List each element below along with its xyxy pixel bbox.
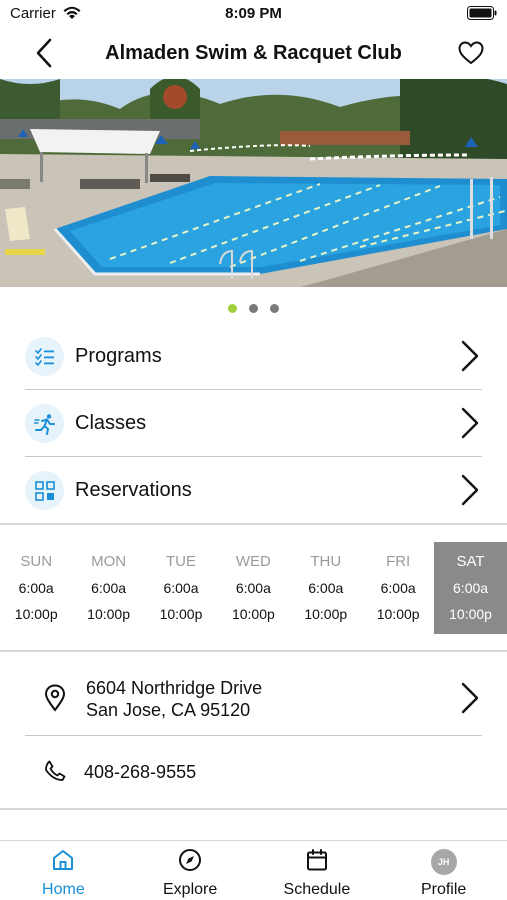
navigation-header: Almaden Swim & Racquet Club	[0, 28, 507, 78]
open-time: 6:00a	[453, 580, 489, 596]
heart-icon[interactable]	[457, 39, 485, 67]
day-name: SUN	[20, 553, 53, 570]
calendar-icon	[306, 849, 327, 871]
page-title: Almaden Swim & Racquet Club	[105, 42, 402, 64]
open-time: 6:00a	[235, 580, 271, 596]
checklist-icon	[25, 337, 64, 376]
day-name: THU	[310, 553, 342, 570]
club-photo[interactable]	[0, 79, 507, 287]
phone-row[interactable]: 408-268-9555	[0, 736, 507, 808]
tab-home[interactable]: Home	[0, 841, 127, 900]
menu-item-label: Programs	[75, 345, 162, 367]
tab-label: Explore	[163, 881, 218, 898]
address-line-2: San Jose, CA 95120	[86, 700, 251, 720]
day-name: TUE	[165, 553, 196, 570]
tab-explore[interactable]: Explore	[127, 841, 254, 900]
phone-icon	[45, 760, 66, 781]
battery-icon	[467, 6, 497, 20]
hours-of-operation: SUN 6:00a 10:00p MON 6:00a 10:00p TUE 6:…	[0, 542, 507, 634]
close-time: 10:00p	[159, 606, 203, 622]
open-time: 6:00a	[18, 580, 54, 596]
chevron-right-icon	[461, 407, 479, 439]
menu-item-classes[interactable]: Classes	[0, 390, 507, 457]
section-divider	[0, 808, 507, 810]
tab-label: Schedule	[283, 881, 351, 898]
open-time: 6:00a	[380, 580, 416, 596]
back-button[interactable]	[30, 36, 58, 70]
chevron-right-icon	[461, 682, 479, 714]
chevron-right-icon	[461, 474, 479, 506]
running-figure-icon	[25, 404, 64, 443]
open-time: 6:00a	[91, 580, 127, 596]
close-time: 10:00p	[14, 606, 58, 622]
tab-bar: Home Explore Schedule JH Profile	[0, 840, 507, 900]
pool-image	[0, 79, 507, 287]
section-divider	[0, 523, 507, 525]
day-name: MON	[91, 553, 127, 570]
tab-schedule[interactable]: Schedule	[254, 841, 381, 900]
hours-day-sun: SUN 6:00a 10:00p	[0, 542, 72, 634]
location-pin-icon	[44, 684, 66, 712]
tab-label: Profile	[420, 881, 467, 898]
status-bar: Carrier 8:09 PM	[0, 0, 507, 28]
hours-day-mon: MON 6:00a 10:00p	[72, 542, 144, 634]
status-time: 8:09 PM	[225, 5, 282, 22]
chevron-right-icon	[461, 340, 479, 372]
open-time: 6:00a	[163, 580, 199, 596]
day-name: FRI	[386, 553, 411, 570]
address-row[interactable]: 6604 Northridge Drive San Jose, CA 95120	[0, 660, 507, 735]
tab-profile[interactable]: JH Profile	[380, 841, 507, 900]
carousel-page-indicator[interactable]	[0, 304, 507, 313]
day-name: WED	[235, 553, 271, 570]
carousel-dot-1[interactable]	[228, 304, 237, 313]
hours-day-thu: THU 6:00a 10:00p	[290, 542, 362, 634]
phone-number: 408-268-9555	[84, 762, 197, 782]
section-divider	[0, 650, 507, 652]
avatar: JH	[430, 849, 457, 875]
menu-item-programs[interactable]: Programs	[0, 323, 507, 390]
close-time: 10:00p	[231, 606, 275, 622]
close-time: 10:00p	[87, 606, 130, 622]
hours-day-sat: SAT 6:00a 10:00p	[434, 542, 507, 634]
compass-icon	[179, 849, 202, 871]
grid-icon	[25, 471, 64, 510]
day-name: SAT	[456, 553, 485, 570]
hours-day-wed: WED 6:00a 10:00p	[217, 542, 289, 634]
home-icon	[53, 850, 74, 870]
carousel-dot-3[interactable]	[270, 304, 279, 313]
close-time: 10:00p	[376, 606, 420, 622]
close-time: 10:00p	[304, 606, 348, 622]
open-time: 6:00a	[308, 580, 344, 596]
carousel-dot-2[interactable]	[249, 304, 258, 313]
hours-day-fri: FRI 6:00a 10:00p	[362, 542, 434, 634]
tab-label: Home	[42, 881, 85, 898]
menu-item-label: Classes	[75, 412, 147, 434]
menu-item-label: Reservations	[75, 479, 192, 501]
address-line-1: 6604 Northridge Drive	[86, 678, 263, 698]
close-time: 10:00p	[449, 606, 492, 622]
menu-item-reservations[interactable]: Reservations	[0, 457, 507, 524]
hours-day-tue: TUE 6:00a 10:00p	[145, 542, 217, 634]
club-menu: Programs Classes Reservations	[0, 323, 507, 524]
chevron-left-icon	[36, 38, 52, 68]
